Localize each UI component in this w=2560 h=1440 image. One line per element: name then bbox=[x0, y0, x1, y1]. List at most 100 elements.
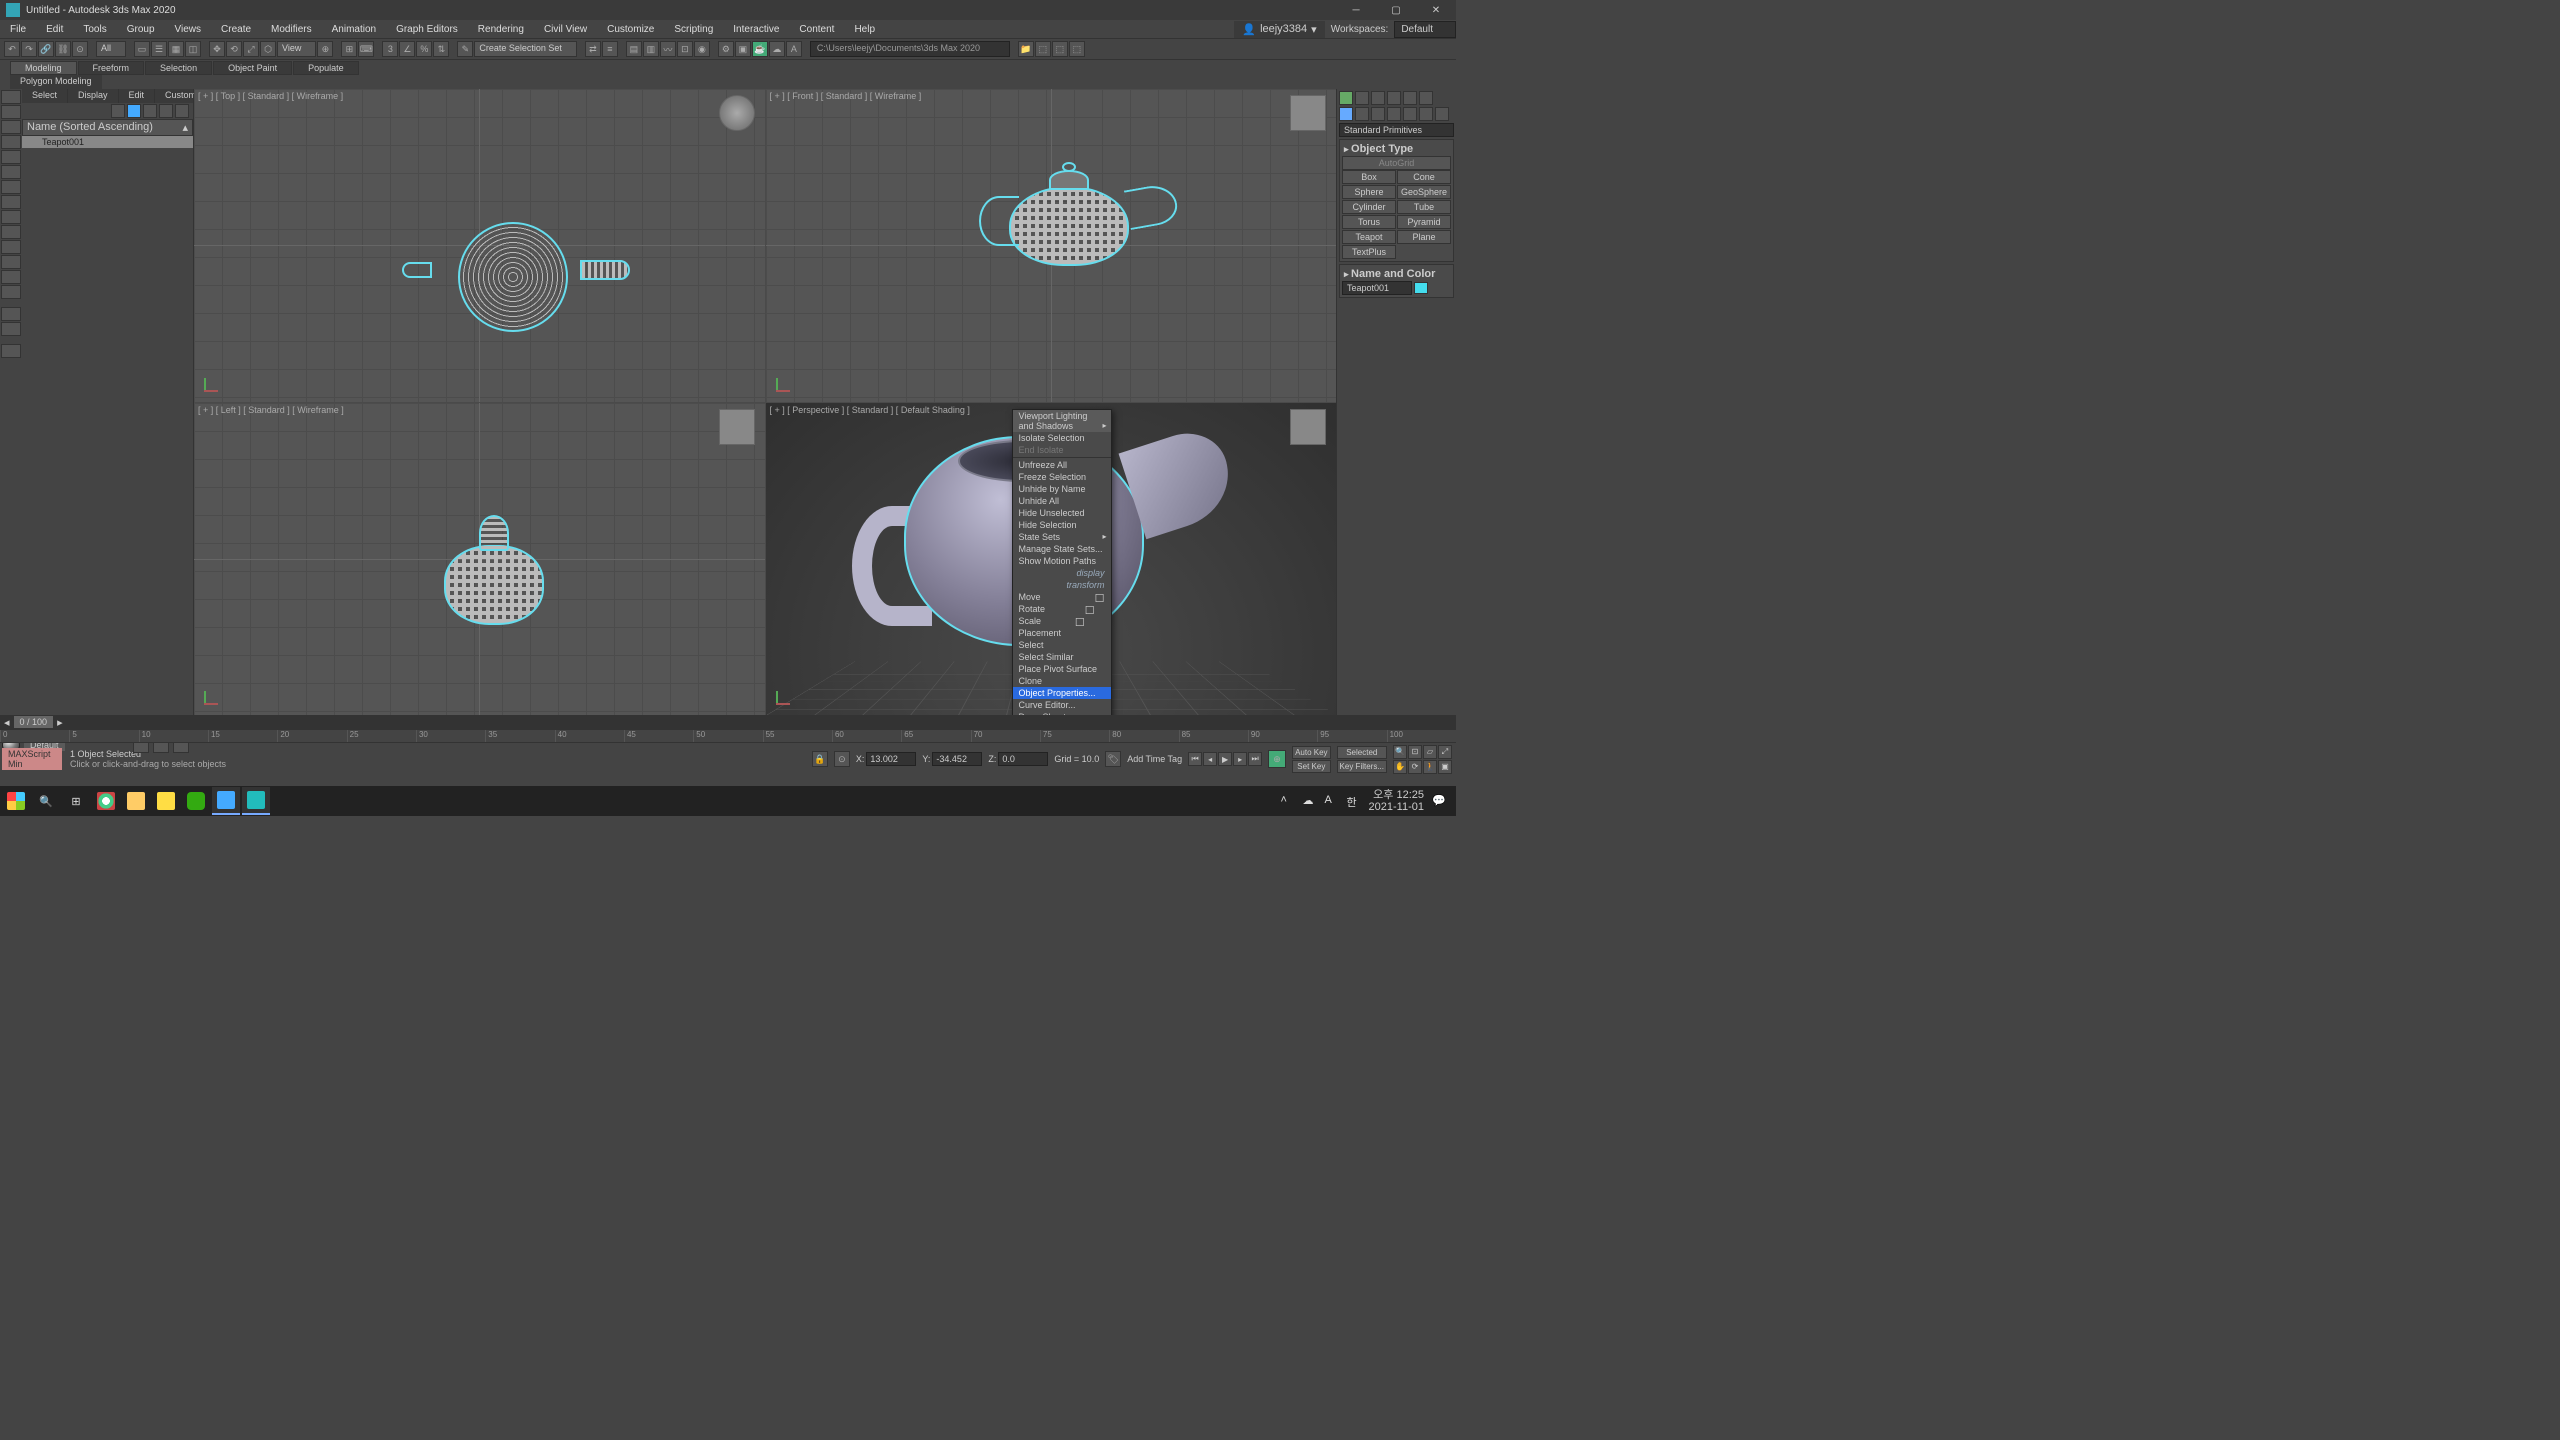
open-autodesk-button[interactable]: A bbox=[786, 41, 802, 57]
isolate-icon[interactable]: ⊙ bbox=[834, 751, 850, 767]
vp-zoom[interactable]: 🔍 bbox=[1393, 745, 1407, 759]
viewport-front[interactable]: [ + ] [ Front ] [ Standard ] [ Wireframe… bbox=[766, 89, 1337, 402]
time-slider[interactable]: ◂ 0 / 100 ▸ bbox=[0, 715, 1456, 729]
render-a360-button[interactable]: ☁ bbox=[769, 41, 785, 57]
name-color-header[interactable]: ▸ Name and Color bbox=[1342, 267, 1451, 281]
ribbon-freeform[interactable]: Freeform bbox=[78, 61, 145, 75]
ctx-item[interactable]: Placement bbox=[1013, 627, 1111, 639]
render-frame-button[interactable]: ▣ bbox=[735, 41, 751, 57]
menu-animation[interactable]: Animation bbox=[322, 22, 386, 37]
tray-onedrive-icon[interactable]: ☁ bbox=[1303, 794, 1317, 808]
task-app-1[interactable] bbox=[152, 787, 180, 815]
menu-customize[interactable]: Customize bbox=[597, 22, 664, 37]
maximize-button[interactable]: ▢ bbox=[1376, 0, 1416, 20]
vp-fov[interactable]: ▱ bbox=[1423, 745, 1437, 759]
time-ruler[interactable]: 0510152025303540455055606570758085909510… bbox=[0, 729, 1456, 743]
menu-rendering[interactable]: Rendering bbox=[468, 22, 534, 37]
menu-scripting[interactable]: Scripting bbox=[664, 22, 723, 37]
left-tool-6[interactable] bbox=[1, 180, 21, 194]
menu-civil-view[interactable]: Civil View bbox=[534, 22, 597, 37]
scene-tab-edit[interactable]: Edit bbox=[119, 89, 156, 103]
viewcube-persp[interactable] bbox=[1290, 409, 1326, 445]
viewport-perspective[interactable]: [ + ] [ Perspective ] [ Standard ] [ Def… bbox=[766, 403, 1337, 716]
scene-tab-display[interactable]: Display bbox=[68, 89, 119, 103]
hierarchy-tab-icon[interactable] bbox=[1371, 91, 1385, 105]
prim-geosphere[interactable]: GeoSphere bbox=[1397, 185, 1451, 199]
material-editor-button[interactable]: ◉ bbox=[694, 41, 710, 57]
left-tool-16[interactable] bbox=[1, 344, 21, 358]
move-button[interactable]: ✥ bbox=[209, 41, 225, 57]
ribbon-modeling[interactable]: Modeling bbox=[10, 61, 77, 75]
left-tool-3[interactable] bbox=[1, 135, 21, 149]
scene-tb-btn-1[interactable] bbox=[143, 104, 157, 118]
menu-edit[interactable]: Edit bbox=[36, 22, 73, 37]
prim-plane[interactable]: Plane bbox=[1397, 230, 1451, 244]
start-button[interactable] bbox=[2, 787, 30, 815]
vp-orbit[interactable]: ⟳ bbox=[1408, 760, 1422, 774]
quad-context-menu[interactable]: Viewport Lighting and ShadowsIsolate Sel… bbox=[1012, 409, 1112, 716]
close-button[interactable]: ✕ bbox=[1416, 0, 1456, 20]
left-tool-1[interactable] bbox=[1, 105, 21, 119]
schematic-view-button[interactable]: ⊡ bbox=[677, 41, 693, 57]
goto-start[interactable]: ⏮ bbox=[1188, 752, 1202, 766]
selection-filter-dd[interactable]: All bbox=[96, 41, 126, 57]
helpers-icon[interactable] bbox=[1403, 107, 1417, 121]
left-tool-8[interactable] bbox=[1, 210, 21, 224]
ctx-item[interactable]: Unhide All bbox=[1013, 495, 1111, 507]
redo-button[interactable]: ↷ bbox=[21, 41, 37, 57]
manipulate-button[interactable]: ⊞ bbox=[341, 41, 357, 57]
spacewarps-icon[interactable] bbox=[1419, 107, 1433, 121]
snap-3-button[interactable]: 3 bbox=[382, 41, 398, 57]
prim-sphere[interactable]: Sphere bbox=[1342, 185, 1396, 199]
polygon-modeling-tab[interactable]: Polygon Modeling bbox=[10, 75, 102, 89]
keyboard-button[interactable]: ⌨ bbox=[358, 41, 374, 57]
menu-content[interactable]: Content bbox=[789, 22, 844, 37]
left-tool-5[interactable] bbox=[1, 165, 21, 179]
left-tool-10[interactable] bbox=[1, 240, 21, 254]
vp-max-toggle[interactable]: ▣ bbox=[1438, 760, 1452, 774]
prim-teapot[interactable]: Teapot bbox=[1342, 230, 1396, 244]
render-setup-button[interactable]: ⚙ bbox=[718, 41, 734, 57]
menu-help[interactable]: Help bbox=[844, 22, 885, 37]
ctx-item[interactable]: Manage State Sets... bbox=[1013, 543, 1111, 555]
prim-box[interactable]: Box bbox=[1342, 170, 1396, 184]
next-frame[interactable]: ▸ bbox=[1233, 752, 1247, 766]
pivot-button[interactable]: ⊕ bbox=[317, 41, 333, 57]
prim-textplus[interactable]: TextPlus bbox=[1342, 245, 1396, 259]
vp-label-front[interactable]: [ + ] [ Front ] [ Standard ] [ Wireframe… bbox=[770, 91, 922, 101]
tray-clock[interactable]: 오후 12:252021-11-01 bbox=[1369, 789, 1424, 813]
task-3dsmax[interactable] bbox=[242, 787, 270, 815]
add-time-tag-icon[interactable]: 🏷 bbox=[1105, 751, 1121, 767]
viewport-top[interactable]: [ + ] [ Top ] [ Standard ] [ Wireframe ] bbox=[194, 89, 765, 402]
ctx-item[interactable]: Hide Selection bbox=[1013, 519, 1111, 531]
scene-search-clear[interactable] bbox=[111, 104, 125, 118]
key-filters-button[interactable]: Key Filters... bbox=[1337, 760, 1387, 773]
unlink-button[interactable]: ⛓ bbox=[55, 41, 71, 57]
layer-explorer-button[interactable]: ▤ bbox=[626, 41, 642, 57]
ribbon-populate[interactable]: Populate bbox=[293, 61, 359, 75]
scene-column-header[interactable]: Name (Sorted Ascending)▴ bbox=[22, 119, 193, 136]
percent-snap-button[interactable]: % bbox=[416, 41, 432, 57]
set-project-button[interactable]: 📁 bbox=[1018, 41, 1034, 57]
object-type-header[interactable]: ▸ Object Type bbox=[1342, 142, 1451, 156]
scene-tb-btn-2[interactable] bbox=[159, 104, 173, 118]
systems-icon[interactable] bbox=[1435, 107, 1449, 121]
ribbon-selection[interactable]: Selection bbox=[145, 61, 212, 75]
left-tool-14[interactable] bbox=[1, 307, 21, 321]
window-crossing-button[interactable]: ◫ bbox=[185, 41, 201, 57]
x-input[interactable] bbox=[866, 752, 916, 766]
left-tool-2[interactable] bbox=[1, 120, 21, 134]
undo-button[interactable]: ↶ bbox=[4, 41, 20, 57]
ctx-item[interactable]: Place Pivot Surface bbox=[1013, 663, 1111, 675]
menu-modifiers[interactable]: Modifiers bbox=[261, 22, 322, 37]
tb-extra-3[interactable]: ⬚ bbox=[1069, 41, 1085, 57]
vp-pan[interactable]: ✋ bbox=[1393, 760, 1407, 774]
object-name-input[interactable] bbox=[1342, 281, 1412, 295]
display-tab-icon[interactable] bbox=[1403, 91, 1417, 105]
placement-button[interactable]: ⬡ bbox=[260, 41, 276, 57]
ctx-item[interactable]: State Sets bbox=[1013, 531, 1111, 543]
ctx-item[interactable]: Isolate Selection bbox=[1013, 432, 1111, 444]
key-mode-icon[interactable]: ⊕ bbox=[1268, 750, 1286, 768]
rotate-button[interactable]: ⟲ bbox=[226, 41, 242, 57]
scene-tab-select[interactable]: Select bbox=[22, 89, 68, 103]
